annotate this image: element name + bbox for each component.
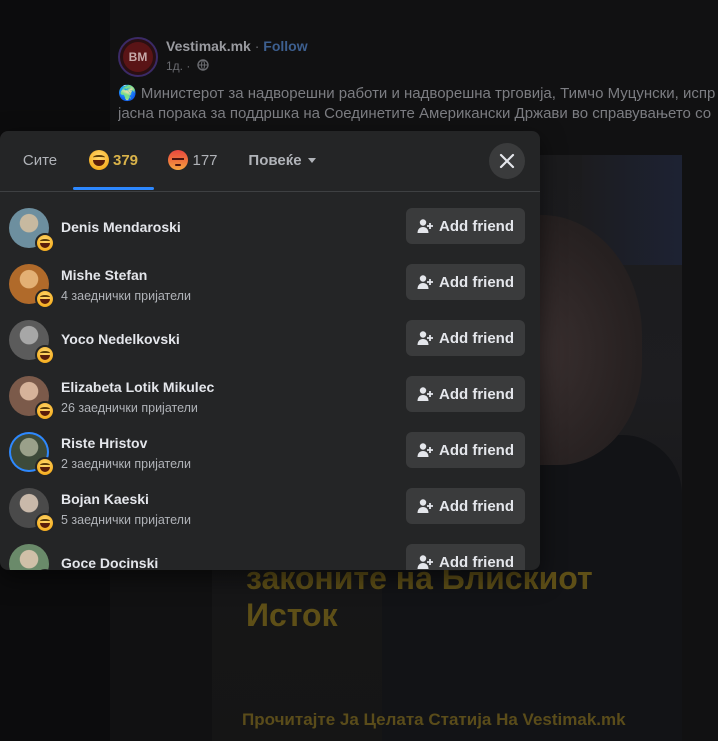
list-item: Denis Mendaroski Add friend	[0, 200, 540, 256]
reactor-list[interactable]: Denis Mendaroski Add friend Mishe Stefan 4 …	[0, 192, 540, 570]
post-text-line-1: 🌍 Министерот за надворешни работи и надв…	[118, 85, 716, 102]
reactor-name-link[interactable]: Bojan Kaeski	[61, 491, 149, 507]
reactor-name-link[interactable]: Mishe Stefan	[61, 267, 147, 283]
post-text-line-2: јасна порака за поддршка на Соединетите …	[118, 105, 712, 122]
page-name-link[interactable]: Vestimak.mk	[166, 38, 251, 54]
tab-angry-count: 177	[192, 151, 218, 169]
list-item: Elizabeta Lotik Mikulec 26 заеднички приј…	[0, 368, 540, 424]
mutual-friends-count: 5 заеднички пријатели	[61, 513, 191, 527]
tab-more[interactable]: Повеќе	[236, 131, 328, 189]
add-friend-icon	[417, 219, 433, 233]
add-friend-icon	[417, 499, 433, 513]
add-friend-icon	[417, 555, 433, 569]
reactor-name-link[interactable]: Yoco Nedelkovski	[61, 331, 180, 347]
add-friend-label: Add friend	[439, 273, 514, 291]
post-author-line: Vestimak.mk · Follow	[166, 38, 308, 54]
tab-all-label: Сите	[22, 151, 58, 169]
add-friend-label: Add friend	[439, 329, 514, 347]
caret-down-icon	[307, 157, 316, 163]
reaction-tabs: Сите 379 177 Повеќе	[0, 131, 540, 192]
image-headline: законите на Блискиот Исток	[246, 560, 593, 634]
add-friend-icon	[417, 275, 433, 289]
add-friend-label: Add friend	[439, 497, 514, 515]
haha-badge-icon	[35, 401, 55, 421]
add-friend-button[interactable]: Add friend	[406, 432, 525, 468]
tab-haha-count: 379	[112, 151, 139, 169]
add-friend-button[interactable]: Add friend	[406, 208, 525, 244]
reactor-name-link[interactable]: Elizabeta Lotik Mikulec	[61, 379, 214, 395]
add-friend-button[interactable]: Add friend	[406, 544, 525, 570]
list-item: Mishe Stefan 4 заеднички пријатели Add fri…	[0, 256, 540, 312]
tab-angry[interactable]: 177	[158, 131, 228, 189]
post-meta: 1д. ·	[166, 59, 209, 74]
add-friend-button[interactable]: Add friend	[406, 320, 525, 356]
page-avatar[interactable]: BM	[118, 37, 158, 77]
tab-haha[interactable]: 379	[73, 131, 154, 190]
add-friend-button[interactable]: Add friend	[406, 488, 525, 524]
page-avatar-initials: BM	[123, 42, 153, 72]
add-friend-label: Add friend	[439, 385, 514, 403]
add-friend-icon	[417, 443, 433, 457]
close-button[interactable]	[489, 143, 525, 179]
list-item: Goce Docinski Add friend	[0, 536, 540, 570]
haha-badge-icon	[35, 289, 55, 309]
avatar[interactable]	[9, 544, 49, 570]
reactor-name-link[interactable]: Riste Hristov	[61, 435, 147, 451]
reactor-name-link[interactable]: Denis Mendaroski	[61, 219, 181, 235]
follow-link[interactable]: Follow	[263, 38, 307, 54]
haha-badge-icon	[35, 345, 55, 365]
haha-badge-icon	[35, 233, 55, 253]
haha-reaction-icon	[88, 150, 109, 170]
tab-more-label: Повеќе	[248, 151, 302, 169]
mutual-friends-count: 2 заеднички пријатели	[61, 457, 191, 471]
add-friend-label: Add friend	[439, 441, 514, 459]
add-friend-icon	[417, 331, 433, 345]
image-headline-line-2: Исток	[246, 597, 338, 633]
add-friend-button[interactable]: Add friend	[406, 264, 525, 300]
haha-badge-icon	[35, 457, 55, 477]
list-item: Bojan Kaeski 5 заеднички пријатели Add fri…	[0, 480, 540, 536]
haha-badge-icon	[35, 513, 55, 533]
post-timestamp[interactable]: 1д. ·	[166, 59, 190, 73]
mutual-friends-count: 26 заеднички пријатели	[61, 401, 198, 415]
post-text: 🌍 Министерот за надворешни работи и надв…	[118, 84, 718, 124]
add-friend-label: Add friend	[439, 217, 514, 235]
angry-reaction-icon	[168, 150, 189, 170]
reactor-name-link[interactable]: Goce Docinski	[61, 555, 158, 570]
add-friend-icon	[417, 387, 433, 401]
mutual-friends-count: 4 заеднички пријатели	[61, 289, 191, 303]
close-icon	[499, 153, 515, 169]
image-footer-text: Прочитајте Ја Целата Статија На Vestimak…	[242, 710, 626, 729]
add-friend-label: Add friend	[439, 553, 514, 571]
tab-all[interactable]: Сите	[8, 131, 72, 189]
list-item: Yoco Nedelkovski Add friend	[0, 312, 540, 368]
globe-icon	[196, 59, 209, 74]
add-friend-button[interactable]: Add friend	[406, 376, 525, 412]
list-item: Riste Hristov 2 заеднички пријатели Add fr…	[0, 424, 540, 480]
reactions-dialog: Сите 379 177 Повеќе Denis Mendaroski Add …	[0, 131, 540, 570]
separator-dot: ·	[254, 38, 260, 54]
